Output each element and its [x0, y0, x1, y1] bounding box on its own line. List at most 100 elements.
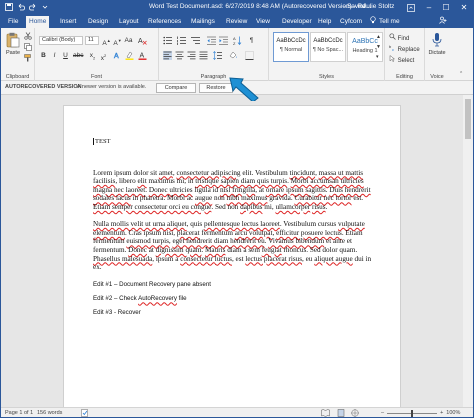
zoom-percent[interactable]: 100%: [446, 410, 460, 416]
replace-button[interactable]: bc Replace: [389, 44, 420, 53]
close-button[interactable]: ✕: [456, 1, 472, 15]
text-run: , at: [255, 185, 266, 194]
document-body[interactable]: TEST Lorem ipsum dolor sit amet, consect…: [93, 138, 378, 322]
document-page[interactable]: TEST Lorem ipsum dolor sit amet, consect…: [63, 105, 401, 415]
paste-button[interactable]: Paste: [4, 32, 22, 56]
edit-note-2-post: file: [176, 295, 187, 303]
line-spacing-icon[interactable]: [213, 51, 222, 60]
undo-icon[interactable]: [17, 3, 25, 11]
tab-insert[interactable]: Insert: [57, 16, 79, 28]
tab-help[interactable]: Help: [315, 16, 334, 28]
tab-home[interactable]: Home: [26, 16, 50, 28]
grow-font-icon[interactable]: A▲: [102, 36, 111, 47]
italic-button[interactable]: I: [50, 51, 59, 60]
misspelled-word: placerat: [176, 228, 200, 237]
tab-design[interactable]: Design: [85, 16, 111, 28]
proofing-icon[interactable]: [81, 409, 89, 417]
styles-scroll-up-icon[interactable]: ▲: [376, 34, 381, 40]
text-run: diam a sem: [225, 245, 262, 254]
multilevel-list-icon[interactable]: [191, 36, 200, 45]
lightbulb-icon: [370, 16, 376, 26]
style-no-spacing[interactable]: AaBbCcDc ¶ No Spac...: [310, 32, 346, 62]
dictate-button[interactable]: Dictate: [426, 32, 448, 56]
tab-layout[interactable]: Layout: [116, 16, 142, 28]
text-run: est.: [351, 194, 364, 203]
find-button[interactable]: Find: [389, 33, 409, 42]
compare-button[interactable]: Compare: [156, 83, 196, 93]
page-count[interactable]: Page 1 of 1: [5, 410, 33, 416]
scrollbar-thumb[interactable]: [465, 99, 471, 139]
shrink-font-icon[interactable]: A▼: [113, 36, 122, 47]
minimize-button[interactable]: –: [421, 1, 437, 15]
tab-review[interactable]: Review: [223, 16, 250, 28]
document-heading: TEST: [93, 138, 378, 147]
strikethrough-icon[interactable]: abc: [73, 51, 83, 60]
underline-button[interactable]: U: [61, 51, 70, 60]
justify-icon[interactable]: [199, 51, 208, 60]
font-color-icon[interactable]: A: [138, 51, 147, 60]
subscript-icon[interactable]: x2: [88, 51, 97, 60]
misspelled-word: consectetur luctus: [180, 254, 232, 263]
show-formatting-marks-button[interactable]: ¶: [247, 36, 256, 45]
select-button[interactable]: Select: [389, 54, 414, 64]
ribbon-tabs: File Home Insert Design Layout Reference…: [1, 15, 473, 28]
styles-scroll-down-icon[interactable]: ▼: [376, 44, 381, 50]
customize-toolbar-icon[interactable]: [41, 3, 49, 11]
shading-icon[interactable]: [229, 51, 238, 60]
print-layout-icon[interactable]: [337, 409, 345, 417]
borders-icon[interactable]: [245, 51, 254, 60]
style-normal[interactable]: AaBbCcDc ¶ Normal: [273, 32, 309, 62]
increase-indent-icon[interactable]: [219, 36, 228, 45]
highlight-color-icon[interactable]: [125, 51, 134, 60]
align-right-icon[interactable]: [187, 51, 196, 60]
format-painter-icon[interactable]: [24, 54, 32, 64]
font-size-select[interactable]: 11: [85, 36, 99, 45]
cut-icon[interactable]: [24, 32, 32, 42]
autosave-icon[interactable]: [5, 3, 13, 11]
text-run: gravida.: [267, 194, 295, 203]
tab-mailings[interactable]: Mailings: [188, 16, 218, 28]
superscript-icon[interactable]: x2: [99, 51, 108, 62]
tab-view[interactable]: View: [253, 16, 273, 28]
sort-icon[interactable]: AZ: [233, 36, 242, 46]
redo-icon[interactable]: [29, 3, 37, 11]
web-layout-icon[interactable]: [351, 409, 359, 417]
restore-button[interactable]: ☐: [438, 1, 454, 15]
tell-me-box[interactable]: Tell me: [370, 16, 400, 26]
copy-icon[interactable]: [24, 43, 32, 53]
collapse-ribbon-icon[interactable]: ⌃: [459, 71, 463, 77]
tell-me-label: Tell me: [379, 17, 400, 25]
misspelled-word: Mauris: [205, 245, 226, 254]
zoom-in-button[interactable]: +: [440, 410, 443, 416]
zoom-out-button[interactable]: –: [381, 410, 384, 416]
zoom-knob[interactable]: [411, 409, 414, 417]
zoom-track[interactable]: [387, 409, 438, 417]
vertical-scrollbar[interactable]: [463, 95, 473, 407]
numbering-icon[interactable]: [177, 36, 186, 45]
heading-text: TEST: [95, 138, 111, 145]
change-case-icon[interactable]: Aa: [124, 36, 133, 45]
misspelled-word: Donec ultricies: [148, 185, 193, 194]
user-name[interactable]: Julie Stoltz: [363, 3, 394, 10]
styles-more-icon[interactable]: ▾: [376, 54, 379, 60]
clear-formatting-icon[interactable]: A: [138, 36, 147, 45]
tab-cyfcom[interactable]: Cyfcom: [337, 16, 365, 28]
font-name-select[interactable]: Calibri (Body): [39, 36, 83, 45]
tab-developer[interactable]: Developer: [279, 16, 315, 28]
align-left-icon[interactable]: [163, 51, 172, 60]
bullets-icon[interactable]: [163, 36, 172, 45]
share-button[interactable]: [439, 16, 447, 26]
read-mode-icon[interactable]: [321, 409, 330, 417]
word-count[interactable]: 156 words: [37, 410, 62, 416]
text-run: , eu: [302, 254, 315, 263]
tab-references[interactable]: References: [145, 16, 184, 28]
bold-button[interactable]: B: [39, 51, 48, 60]
decrease-indent-icon[interactable]: [207, 36, 216, 45]
text-effects-icon[interactable]: A: [113, 51, 122, 61]
misspelled-word: ornare ipsum sagittis: [265, 185, 326, 194]
zoom-slider[interactable]: – + 100%: [381, 409, 460, 417]
align-center-icon[interactable]: [175, 51, 184, 60]
tab-file[interactable]: File: [5, 16, 21, 28]
ribbon-display-options-icon[interactable]: [403, 1, 419, 15]
clipboard-group-label: Clipboard: [5, 74, 30, 80]
